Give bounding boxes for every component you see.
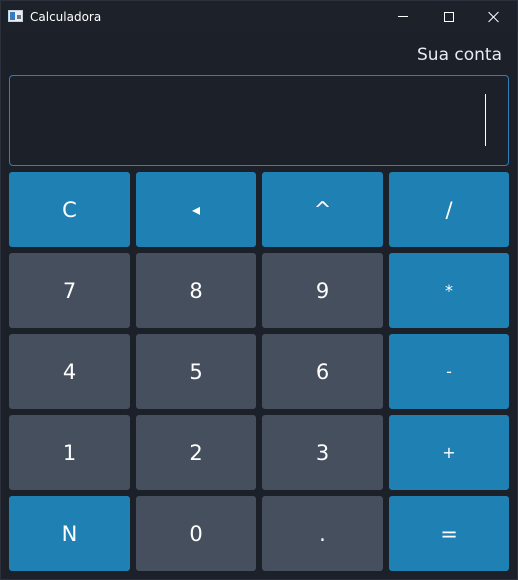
add-button[interactable]: + bbox=[389, 415, 509, 490]
title-bar[interactable]: Calculadora bbox=[1, 1, 517, 32]
subtract-button[interactable]: - bbox=[389, 334, 509, 409]
multiply-button[interactable]: * bbox=[389, 253, 509, 328]
account-link[interactable]: Sua conta bbox=[417, 45, 502, 65]
digit-2-button[interactable]: 2 bbox=[136, 415, 256, 490]
window-title: Calculadora bbox=[30, 10, 102, 24]
digit-5-button[interactable]: 5 bbox=[136, 334, 256, 409]
text-caret bbox=[485, 94, 486, 146]
digit-1-button[interactable]: 1 bbox=[9, 415, 130, 490]
calculator-window: Calculadora Sua conta C ◂ ^ / 7 8 9 * 4 … bbox=[0, 0, 518, 580]
backspace-button[interactable]: ◂ bbox=[136, 172, 256, 247]
negate-button[interactable]: N bbox=[9, 496, 130, 571]
keypad: C ◂ ^ / 7 8 9 * 4 5 6 - 1 2 3 + N 0 . = bbox=[9, 172, 509, 571]
minimize-button[interactable] bbox=[380, 1, 426, 32]
digit-6-button[interactable]: 6 bbox=[262, 334, 383, 409]
maximize-button[interactable] bbox=[426, 1, 472, 32]
digit-8-button[interactable]: 8 bbox=[136, 253, 256, 328]
clear-button[interactable]: C bbox=[9, 172, 130, 247]
maximize-icon bbox=[444, 11, 454, 22]
calculator-display[interactable] bbox=[9, 75, 509, 166]
divide-button[interactable]: / bbox=[389, 172, 509, 247]
decimal-button[interactable]: . bbox=[262, 496, 383, 571]
digit-0-button[interactable]: 0 bbox=[136, 496, 256, 571]
calculator-app-icon bbox=[8, 10, 23, 22]
digit-9-button[interactable]: 9 bbox=[262, 253, 383, 328]
minimize-icon bbox=[398, 16, 408, 17]
digit-3-button[interactable]: 3 bbox=[262, 415, 383, 490]
power-button[interactable]: ^ bbox=[262, 172, 383, 247]
digit-4-button[interactable]: 4 bbox=[9, 334, 130, 409]
digit-7-button[interactable]: 7 bbox=[9, 253, 130, 328]
close-icon bbox=[488, 11, 500, 23]
close-button[interactable] bbox=[471, 1, 517, 32]
equals-button[interactable]: = bbox=[389, 496, 509, 571]
